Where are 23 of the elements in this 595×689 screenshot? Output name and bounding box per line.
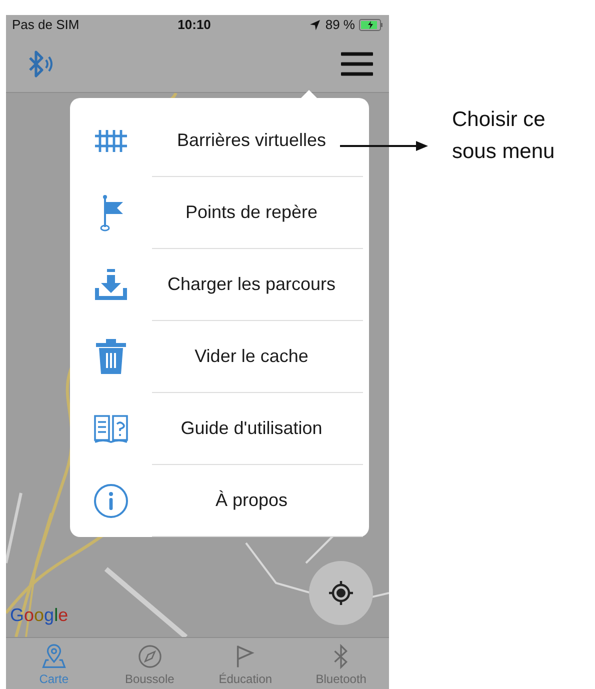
- menu-item[interactable]: Guide d'utilisation: [70, 393, 369, 465]
- fence-icon: [94, 128, 128, 154]
- target-icon: [328, 580, 354, 606]
- clock-time: 10:10: [178, 16, 211, 34]
- trash-icon: [94, 339, 128, 375]
- menu-item[interactable]: Points de repère: [70, 177, 369, 249]
- carrier-text: Pas de SIM: [12, 16, 80, 34]
- menu-icon[interactable]: [341, 50, 373, 76]
- book-question-icon: [93, 414, 129, 444]
- map-pin-icon: [40, 644, 67, 669]
- compass-icon: [136, 644, 163, 669]
- flag-icon: [98, 194, 124, 232]
- menu-item[interactable]: À propos: [70, 465, 369, 537]
- annotation-text: Choisir ce sous menu: [452, 107, 556, 164]
- menu-item[interactable]: Vider le cache: [70, 321, 369, 393]
- location-arrow-icon: [309, 19, 322, 31]
- battery-percent: 89 %: [325, 16, 355, 34]
- battery-icon: [359, 19, 383, 31]
- info-icon: [93, 483, 129, 519]
- menu-item[interactable]: Barrières virtuelles: [70, 105, 369, 177]
- download-icon: [94, 268, 128, 302]
- google-logo: Google: [10, 604, 68, 627]
- menu-item[interactable]: Charger les parcours: [70, 249, 369, 321]
